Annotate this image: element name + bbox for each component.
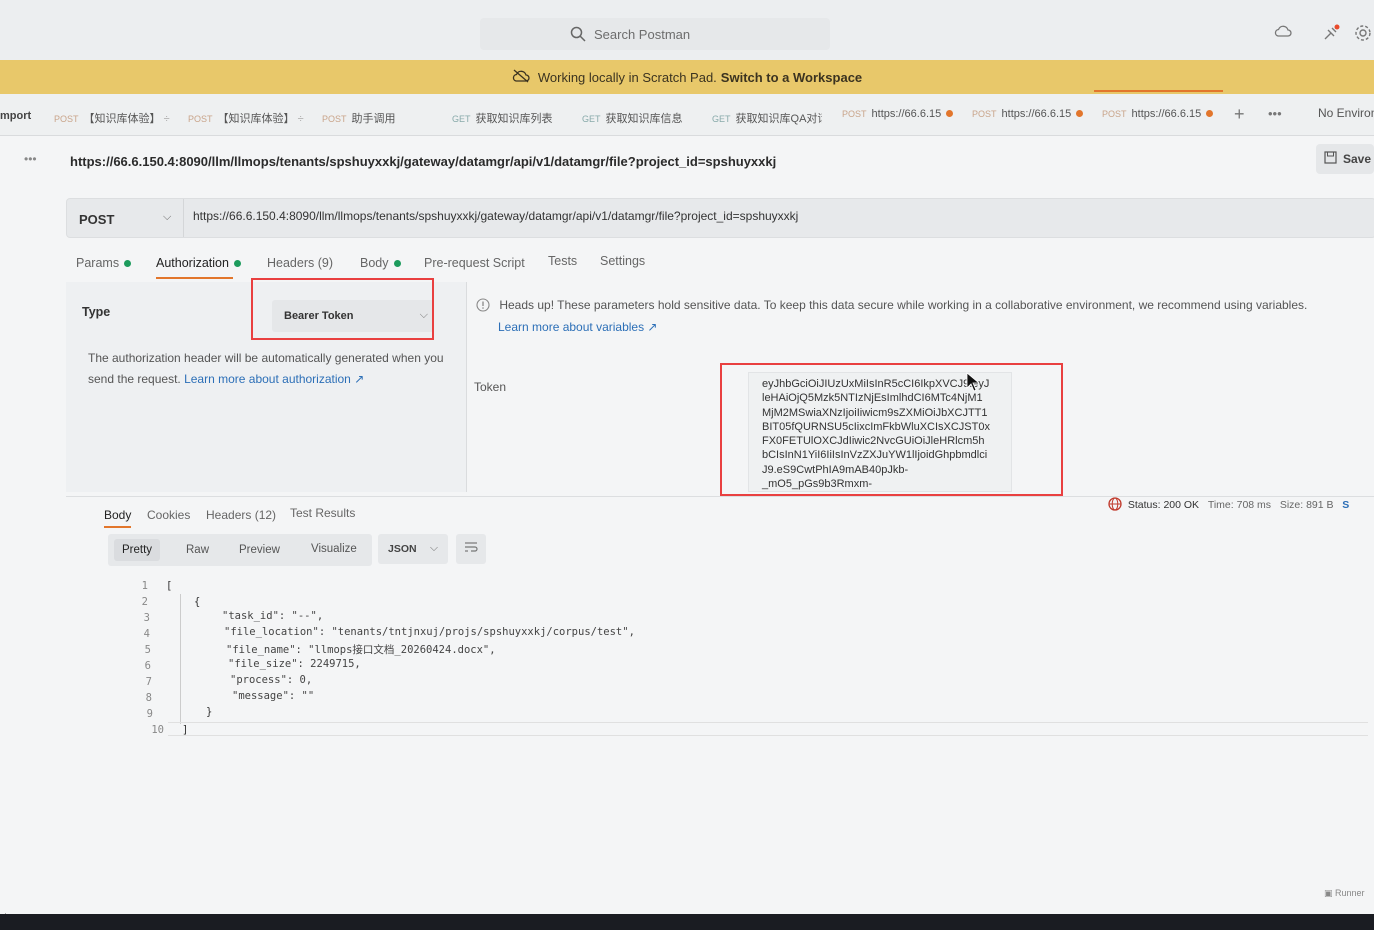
- runner-icon: ▣: [1324, 888, 1333, 898]
- code-line: "file_location": "tenants/tntjnxuj/projs…: [224, 626, 635, 638]
- save-button[interactable]: Save: [1316, 144, 1374, 174]
- token-label: Token: [474, 380, 507, 394]
- format-select[interactable]: JSON ⌵: [378, 534, 448, 564]
- runner-button[interactable]: ▣ Runner: [1324, 888, 1365, 899]
- unsaved-dot: [1076, 110, 1084, 117]
- search-icon: [570, 26, 586, 45]
- wrap-lines-icon[interactable]: [456, 534, 486, 564]
- learn-auth-link[interactable]: Learn more about authorization ↗: [184, 372, 364, 386]
- tab-tests[interactable]: Tests: [548, 254, 577, 268]
- tab-body[interactable]: Body: [360, 256, 401, 270]
- code-line: "file_name": "llmops接口文档_20260424.docx",: [226, 644, 496, 656]
- learn-variables-link[interactable]: Learn more about variables ↗: [498, 320, 657, 334]
- tab-request[interactable]: POST https://66.6.15: [842, 108, 954, 120]
- method-select[interactable]: POST: [79, 212, 114, 227]
- os-taskbar: [0, 914, 1374, 930]
- save-response-button[interactable]: S: [1342, 499, 1349, 511]
- tab-settings[interactable]: Settings: [600, 254, 645, 268]
- response-status: Status: 200 OK Time: 708 ms Size: 891 B …: [1108, 497, 1349, 511]
- save-icon: [1324, 151, 1337, 167]
- satellite-icon[interactable]: [1322, 24, 1340, 46]
- switch-workspace-link[interactable]: Switch to a Workspace: [721, 70, 862, 85]
- code-line: ]: [182, 724, 189, 736]
- code-line: "process": 0,: [230, 674, 313, 686]
- tab-request-active[interactable]: POST https://66.6.15: [1093, 90, 1224, 120]
- tab-params[interactable]: Params: [76, 256, 132, 270]
- tab-request[interactable]: GET 获取知识库信息: [582, 110, 683, 126]
- request-title: https://66.6.150.4:8090/llm/llmops/tenan…: [70, 154, 777, 169]
- more-tabs-icon[interactable]: •••: [1268, 106, 1282, 121]
- info-icon: [476, 298, 493, 312]
- highlight-box-auth-type: [251, 278, 434, 340]
- tab-request[interactable]: POST 【知识库体验】 ÷: [188, 110, 304, 126]
- preview-button[interactable]: Preview: [239, 544, 280, 556]
- format-toolbar: Pretty Raw Preview Visualize: [108, 534, 372, 566]
- highlight-box-token: [720, 363, 1063, 496]
- code-line: "message": "": [232, 690, 315, 702]
- response-size: Size: 891 B: [1279, 499, 1334, 511]
- code-line: }: [206, 706, 213, 718]
- url-bar: POST ⌵ https://66.6.150.4:8090/llm/llmop…: [66, 198, 1374, 238]
- chevron-down-icon[interactable]: ⌵: [163, 211, 171, 224]
- unsaved-dot: [1206, 110, 1214, 117]
- unsaved-dot: [946, 110, 954, 117]
- scratch-pad-banner: Working locally in Scratch Pad. Switch t…: [0, 60, 1374, 94]
- url-input[interactable]: https://66.6.150.4:8090/llm/llmops/tenan…: [193, 209, 798, 223]
- type-label: Type: [82, 305, 111, 319]
- tab-request[interactable]: POST https://66.6.15: [972, 108, 1084, 120]
- code-line: "task_id": "--",: [222, 610, 324, 622]
- auth-description: The authorization header will be automat…: [88, 351, 444, 386]
- search-bar[interactable]: Search Postman: [480, 18, 830, 50]
- tab-test-results[interactable]: Test Results: [290, 506, 355, 520]
- environment-selector[interactable]: No Environ: [1318, 106, 1374, 120]
- tab-request[interactable]: POST 【知识库体验】 ÷: [54, 110, 170, 126]
- pretty-button[interactable]: Pretty: [114, 539, 161, 561]
- code-line: [: [166, 580, 173, 592]
- more-options-icon[interactable]: •••: [24, 152, 37, 166]
- tab-request[interactable]: GET 获取知识库QA对话: [712, 110, 822, 126]
- code-line: {: [194, 596, 201, 608]
- tab-request[interactable]: GET 获取知识库列表: [452, 110, 553, 126]
- tab-import[interactable]: mport: [0, 110, 31, 122]
- tab-headers[interactable]: Headers (9): [267, 256, 333, 270]
- globe-icon[interactable]: [1108, 497, 1125, 511]
- code-line: "file_size": 2249715,: [228, 658, 361, 670]
- response-time: Time: 708 ms: [1207, 499, 1272, 511]
- raw-button[interactable]: Raw: [186, 544, 209, 556]
- cloud-off-icon: [512, 69, 530, 86]
- tab-request[interactable]: POST 助手调用: [322, 110, 396, 126]
- tab-response-body[interactable]: Body: [104, 508, 132, 528]
- tab-authorization[interactable]: Authorization: [156, 256, 241, 279]
- tab-prerequest-script[interactable]: Pre-request Script: [424, 256, 525, 270]
- chevron-down-icon: ⌵: [430, 542, 438, 554]
- mouse-cursor-icon: [966, 372, 981, 397]
- tab-response-headers[interactable]: Headers (12): [206, 508, 276, 522]
- status-code: Status: 200 OK: [1127, 499, 1200, 511]
- tab-cookies[interactable]: Cookies: [147, 508, 190, 522]
- heads-up-notice: Heads up! These parameters hold sensitiv…: [476, 298, 1307, 312]
- banner-text: Working locally in Scratch Pad.: [537, 69, 717, 85]
- add-tab-icon[interactable]: +: [1234, 104, 1245, 125]
- gear-icon[interactable]: [1354, 24, 1372, 46]
- cloud-icon[interactable]: [1274, 24, 1292, 42]
- search-placeholder: Search Postman: [594, 26, 691, 42]
- visualize-button[interactable]: Visualize: [311, 543, 357, 555]
